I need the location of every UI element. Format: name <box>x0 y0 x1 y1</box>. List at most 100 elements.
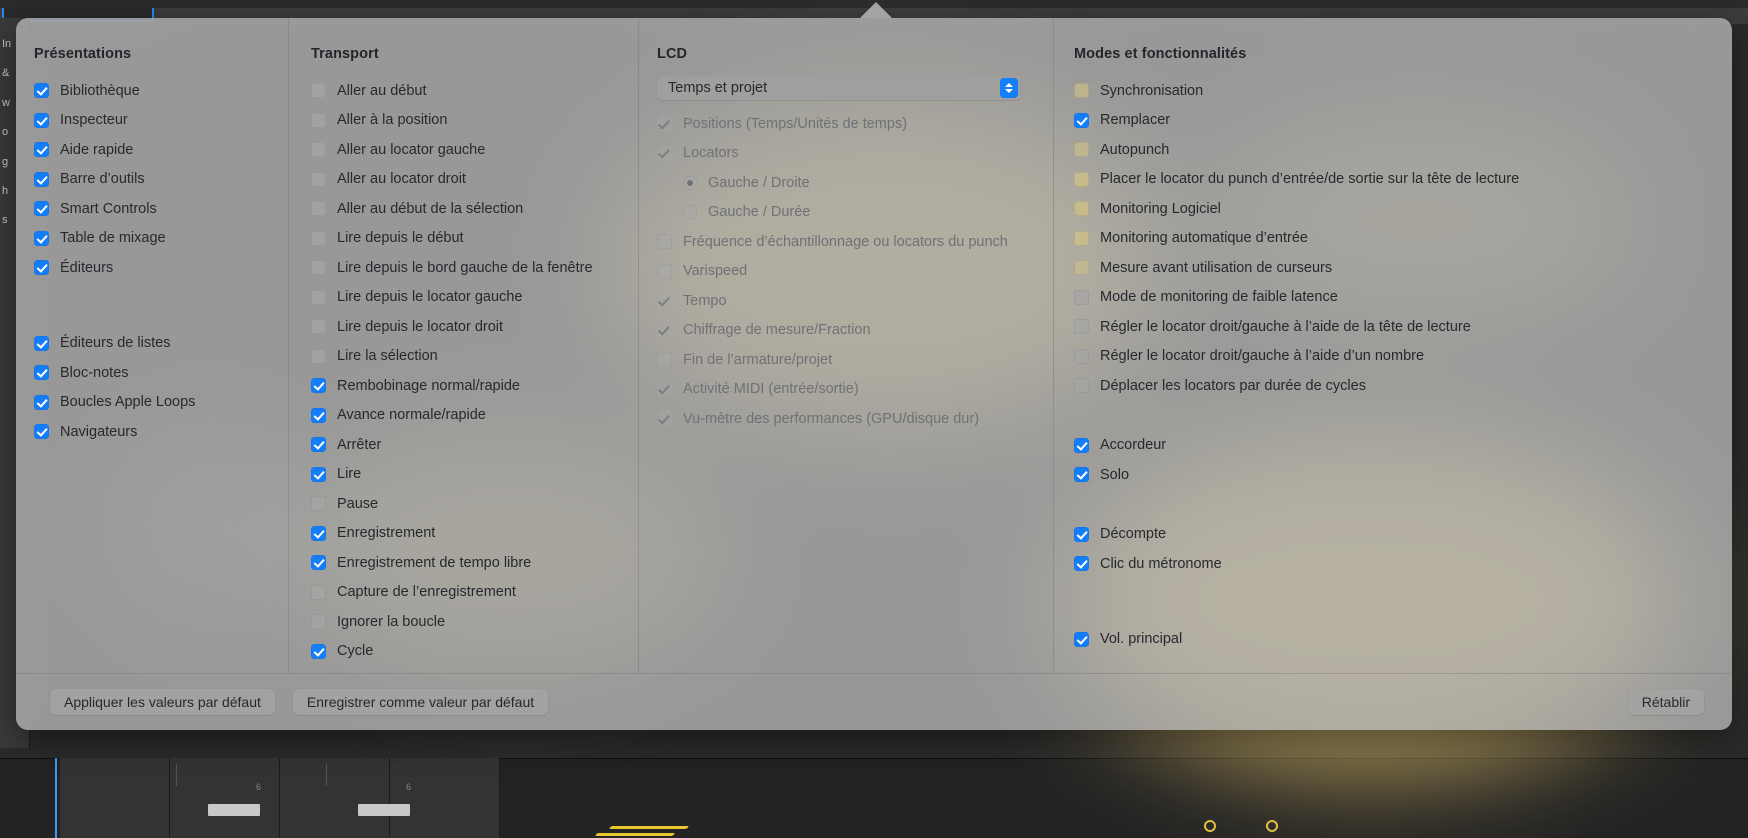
checkbox-icon[interactable] <box>34 83 49 99</box>
checkbox-row-boucles-apple-loops[interactable]: Boucles Apple Loops <box>34 388 288 418</box>
radio-icon[interactable] <box>683 205 697 220</box>
checkbox-icon[interactable] <box>1074 348 1089 364</box>
checkbox-row-aller-au-debut-de-la-selection[interactable]: Aller au début de la sélection <box>311 194 638 224</box>
checkbox-icon[interactable] <box>311 466 326 482</box>
checkbox-row-aller-au-locator-droit[interactable]: Aller au locator droit <box>311 165 638 195</box>
checkbox-row-lire-depuis-le-bord-gauche[interactable]: Lire depuis le bord gauche de la fenêtre <box>311 253 638 283</box>
checkbox-row-arreter[interactable]: Arrêter <box>311 430 638 460</box>
checkbox-icon[interactable] <box>1074 230 1089 246</box>
checkbox-icon[interactable] <box>34 424 49 440</box>
checkbox-row-aide-rapide[interactable]: Aide rapide <box>34 135 288 165</box>
checkbox-icon[interactable] <box>311 496 326 512</box>
checkbox-row-lire[interactable]: Lire <box>311 460 638 490</box>
checkbox-row-monitoring-logiciel[interactable]: Monitoring Logiciel <box>1074 194 1732 224</box>
checkbox-row-ignorer-la-boucle[interactable]: Ignorer la boucle <box>311 607 638 637</box>
checkbox-row-lire-depuis-le-debut[interactable]: Lire depuis le début <box>311 224 638 254</box>
checkbox-icon[interactable] <box>1074 378 1089 394</box>
checkbox-icon[interactable] <box>1074 142 1089 158</box>
checkbox-icon[interactable] <box>311 643 326 659</box>
checkbox-row-vu-metre-performances[interactable]: Vu-mètre des performances (GPU/disque du… <box>657 404 1053 434</box>
checkbox-icon[interactable] <box>657 381 672 397</box>
radio-row-gauche-droite[interactable]: Gauche / Droite <box>657 168 1053 198</box>
checkbox-row-editeurs-de-listes[interactable]: Éditeurs de listes <box>34 329 288 359</box>
checkbox-row-regler-locator-tete-de-lecture[interactable]: Régler le locator droit/gauche à l’aide … <box>1074 312 1732 342</box>
checkbox-icon[interactable] <box>311 348 326 364</box>
checkbox-row-barre-doutils[interactable]: Barre d’outils <box>34 165 288 195</box>
checkbox-row-frequence-echantillonnage[interactable]: Fréquence d’échantillonnage ou locators … <box>657 227 1053 257</box>
checkbox-icon[interactable] <box>34 335 49 351</box>
checkbox-row-chiffrage-de-mesure[interactable]: Chiffrage de mesure/Fraction <box>657 316 1053 346</box>
checkbox-icon[interactable] <box>311 171 326 187</box>
checkbox-icon[interactable] <box>34 201 49 217</box>
checkbox-icon[interactable] <box>311 407 326 423</box>
checkbox-icon[interactable] <box>657 352 672 368</box>
checkbox-row-fin-de-larmature[interactable]: Fin de l’armature/projet <box>657 345 1053 375</box>
checkbox-row-lire-depuis-le-locator-gauche[interactable]: Lire depuis le locator gauche <box>311 283 638 313</box>
radio-row-gauche-duree[interactable]: Gauche / Durée <box>657 198 1053 228</box>
checkbox-icon[interactable] <box>1074 631 1089 647</box>
checkbox-icon[interactable] <box>311 525 326 541</box>
checkbox-row-positions[interactable]: Positions (Temps/Unités de temps) <box>657 109 1053 139</box>
checkbox-icon[interactable] <box>1074 83 1089 99</box>
checkbox-row-aller-a-la-position[interactable]: Aller à la position <box>311 106 638 136</box>
checkbox-icon[interactable] <box>34 112 49 128</box>
checkbox-row-lire-depuis-le-locator-droit[interactable]: Lire depuis le locator droit <box>311 312 638 342</box>
checkbox-row-activite-midi[interactable]: Activité MIDI (entrée/sortie) <box>657 375 1053 405</box>
checkbox-row-smart-controls[interactable]: Smart Controls <box>34 194 288 224</box>
checkbox-icon[interactable] <box>657 263 672 279</box>
checkbox-icon[interactable] <box>1074 437 1089 453</box>
checkbox-row-navigateurs[interactable]: Navigateurs <box>34 417 288 447</box>
checkbox-icon[interactable] <box>311 201 326 217</box>
checkbox-icon[interactable] <box>1074 112 1089 128</box>
checkbox-icon[interactable] <box>311 83 326 99</box>
checkbox-row-autopunch[interactable]: Autopunch <box>1074 135 1732 165</box>
checkbox-row-monitoring-automatique-entree[interactable]: Monitoring automatique d’entrée <box>1074 224 1732 254</box>
checkbox-row-placer-locator-punch[interactable]: Placer le locator du punch d’entrée/de s… <box>1074 165 1732 195</box>
checkbox-icon[interactable] <box>311 584 326 600</box>
checkbox-row-deplacer-locators-duree-cycles[interactable]: Déplacer les locators par durée de cycle… <box>1074 371 1732 401</box>
checkbox-row-aller-au-debut[interactable]: Aller au début <box>311 76 638 106</box>
checkbox-row-tempo[interactable]: Tempo <box>657 286 1053 316</box>
checkbox-icon[interactable] <box>311 614 326 630</box>
checkbox-icon[interactable] <box>657 293 672 309</box>
checkbox-icon[interactable] <box>311 319 326 335</box>
checkbox-row-enregistrement[interactable]: Enregistrement <box>311 519 638 549</box>
checkbox-icon[interactable] <box>1074 260 1089 276</box>
checkbox-row-pause[interactable]: Pause <box>311 489 638 519</box>
checkbox-row-synchronisation[interactable]: Synchronisation <box>1074 76 1732 106</box>
checkbox-icon[interactable] <box>34 260 49 276</box>
checkbox-icon[interactable] <box>657 411 672 427</box>
checkbox-row-mesure-avant-curseurs[interactable]: Mesure avant utilisation de curseurs <box>1074 253 1732 283</box>
apply-defaults-button[interactable]: Appliquer les valeurs par défaut <box>50 689 275 715</box>
checkbox-icon[interactable] <box>1074 289 1089 305</box>
checkbox-row-clic-du-metronome[interactable]: Clic du métronome <box>1074 549 1732 579</box>
checkbox-icon[interactable] <box>1074 201 1089 217</box>
checkbox-row-solo[interactable]: Solo <box>1074 460 1732 490</box>
checkbox-row-locators[interactable]: Locators <box>657 139 1053 169</box>
checkbox-icon[interactable] <box>311 230 326 246</box>
checkbox-row-inspecteur[interactable]: Inspecteur <box>34 106 288 136</box>
save-as-default-button[interactable]: Enregistrer comme valeur par défaut <box>292 689 549 715</box>
chevron-updown-icon[interactable] <box>1000 78 1018 98</box>
lcd-mode-popup-button[interactable]: Temps et projet <box>657 76 1021 100</box>
checkbox-icon[interactable] <box>1074 556 1089 572</box>
checkbox-icon[interactable] <box>1074 467 1089 483</box>
checkbox-row-table-de-mixage[interactable]: Table de mixage <box>34 224 288 254</box>
checkbox-icon[interactable] <box>34 365 49 381</box>
checkbox-icon[interactable] <box>311 142 326 158</box>
checkbox-icon[interactable] <box>657 322 672 338</box>
checkbox-row-aller-au-locator-gauche[interactable]: Aller au locator gauche <box>311 135 638 165</box>
checkbox-icon[interactable] <box>1074 171 1089 187</box>
checkbox-icon[interactable] <box>1074 526 1089 542</box>
checkbox-icon[interactable] <box>657 116 672 132</box>
checkbox-row-bloc-notes[interactable]: Bloc-notes <box>34 358 288 388</box>
checkbox-icon[interactable] <box>657 145 672 161</box>
checkbox-icon[interactable] <box>311 260 326 276</box>
checkbox-row-mode-faible-latence[interactable]: Mode de monitoring de faible latence <box>1074 283 1732 313</box>
checkbox-row-accordeur[interactable]: Accordeur <box>1074 431 1732 461</box>
checkbox-row-cycle[interactable]: Cycle <box>311 637 638 667</box>
checkbox-icon[interactable] <box>34 171 49 187</box>
checkbox-icon[interactable] <box>311 289 326 305</box>
checkbox-row-varispeed[interactable]: Varispeed <box>657 257 1053 287</box>
checkbox-icon[interactable] <box>311 378 326 394</box>
